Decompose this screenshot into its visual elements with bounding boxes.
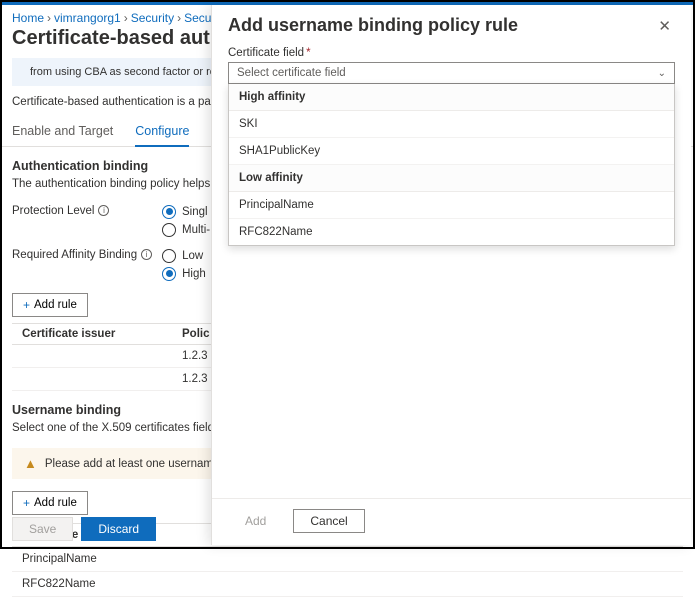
save-button[interactable]: Save xyxy=(12,517,73,541)
blade-title: Add username binding policy rule xyxy=(228,15,518,36)
info-icon[interactable]: i xyxy=(141,249,152,260)
discard-button[interactable]: Discard xyxy=(81,517,156,541)
radio-icon xyxy=(162,223,176,237)
breadcrumb-sep: › xyxy=(124,11,128,25)
radio-affinity-high[interactable]: High xyxy=(162,267,206,281)
breadcrumb-sep: › xyxy=(177,11,181,25)
blade-cancel-button[interactable]: Cancel xyxy=(293,509,364,533)
dropdown-option-sha1publickey[interactable]: SHA1PublicKey xyxy=(229,138,674,165)
breadcrumb-sep: › xyxy=(47,11,51,25)
radio-icon xyxy=(162,205,176,219)
protection-level-label: Protection Level i xyxy=(12,205,152,217)
plus-icon: + xyxy=(23,496,30,510)
add-rule-username-button[interactable]: + Add rule xyxy=(12,491,88,515)
add-username-binding-blade: Add username binding policy rule ✕ Certi… xyxy=(211,5,691,545)
dropdown-group-low-affinity: Low affinity xyxy=(229,165,674,192)
col-policy: Polic xyxy=(182,328,209,340)
warning-icon: ▲ xyxy=(24,456,37,471)
plus-icon: + xyxy=(23,298,30,312)
chevron-down-icon: ⌄ xyxy=(658,68,666,79)
close-icon[interactable]: ✕ xyxy=(654,15,675,37)
dropdown-option-rfc822name[interactable]: RFC822Name xyxy=(229,219,674,245)
breadcrumb-home[interactable]: Home xyxy=(12,11,44,25)
required-affinity-label: Required Affinity Binding i xyxy=(12,249,152,261)
certificate-field-dropdown: High affinity SKI SHA1PublicKey Low affi… xyxy=(228,84,675,246)
breadcrumb-org[interactable]: vimrangorg1 xyxy=(54,11,121,25)
dropdown-option-ski[interactable]: SKI xyxy=(229,111,674,138)
radio-affinity-low[interactable]: Low xyxy=(162,249,206,263)
radio-protection-single[interactable]: Singl xyxy=(162,205,210,219)
tab-configure[interactable]: Configure xyxy=(135,118,189,147)
certificate-field-select[interactable]: Select certificate field ⌄ xyxy=(228,62,675,84)
dropdown-group-high-affinity: High affinity xyxy=(229,84,674,111)
radio-icon xyxy=(162,249,176,263)
add-rule-auth-button[interactable]: + Add rule xyxy=(12,293,88,317)
blade-add-button[interactable]: Add xyxy=(228,509,283,533)
radio-icon xyxy=(162,267,176,281)
radio-protection-multi[interactable]: Multi- xyxy=(162,223,210,237)
certificate-field-label: Certificate field* xyxy=(212,47,691,62)
tab-enable-and-target[interactable]: Enable and Target xyxy=(12,118,113,146)
table-row[interactable]: PrincipalName xyxy=(12,547,683,572)
breadcrumb-security[interactable]: Security xyxy=(131,11,174,25)
table-row[interactable]: RFC822Name xyxy=(12,572,683,597)
info-icon[interactable]: i xyxy=(98,205,109,216)
col-certificate-issuer: Certificate issuer xyxy=(22,328,182,340)
dropdown-option-principalname[interactable]: PrincipalName xyxy=(229,192,674,219)
